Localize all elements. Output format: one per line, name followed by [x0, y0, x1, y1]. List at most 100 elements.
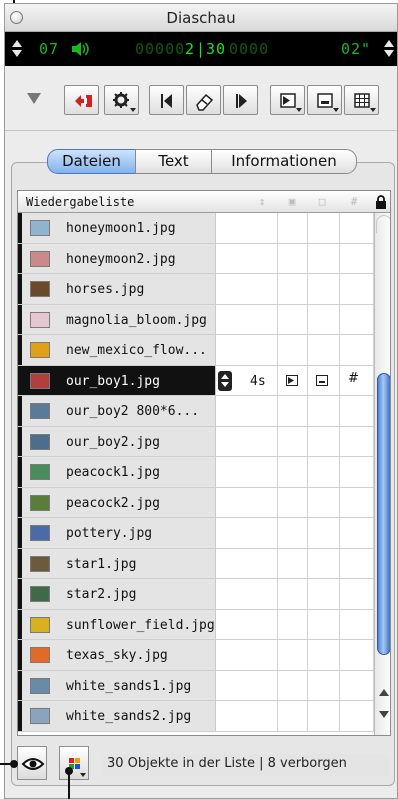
- crop-cell[interactable]: [308, 213, 340, 243]
- row-name-cell[interactable]: honeymoon1.jpg: [22, 213, 216, 243]
- transition-cell[interactable]: [278, 548, 308, 578]
- transition-cell[interactable]: [278, 396, 308, 426]
- grid-cell[interactable]: [340, 274, 374, 304]
- duration-column-icon[interactable]: ↕: [256, 196, 268, 207]
- tab-dateien[interactable]: Dateien: [47, 149, 136, 174]
- row-name-cell[interactable]: our_boy2 800*6...: [22, 396, 216, 426]
- scroll-down-icon[interactable]: [379, 711, 389, 718]
- crop-button[interactable]: [307, 85, 342, 115]
- crop-cell[interactable]: [308, 518, 340, 548]
- transition-cell[interactable]: [278, 457, 308, 487]
- table-row[interactable]: peacock2.jpg: [18, 487, 374, 518]
- crop-cell[interactable]: [308, 609, 340, 639]
- table-row[interactable]: our_boy1.jpg 4s #: [18, 365, 374, 396]
- grid-button[interactable]: [344, 85, 379, 115]
- lock-icon[interactable]: [374, 194, 388, 210]
- left-stepper-icon[interactable]: [11, 39, 23, 59]
- speaker-icon[interactable]: [70, 41, 90, 57]
- crop-column-icon[interactable]: □: [316, 196, 328, 207]
- row-name-cell[interactable]: sunflower_field.jpg: [22, 609, 216, 639]
- next-slide-button[interactable]: [223, 85, 258, 115]
- transition-cell[interactable]: [278, 640, 308, 670]
- table-row[interactable]: star2.jpg: [18, 579, 374, 610]
- grid-column-icon[interactable]: #: [348, 196, 360, 207]
- duration-cell[interactable]: [216, 335, 278, 365]
- crop-cell[interactable]: [308, 701, 340, 731]
- row-name-cell[interactable]: our_boy1.jpg: [22, 365, 216, 395]
- row-name-cell[interactable]: star1.jpg: [22, 548, 216, 578]
- table-row[interactable]: honeymoon1.jpg: [18, 213, 374, 244]
- duration-cell[interactable]: [216, 548, 278, 578]
- color-label-button[interactable]: [59, 746, 89, 780]
- crop-cell[interactable]: [308, 396, 340, 426]
- disclosure-triangle-icon[interactable]: [27, 93, 41, 104]
- table-row[interactable]: our_boy2 800*6...: [18, 396, 374, 427]
- crop-cell[interactable]: [308, 579, 340, 609]
- duration-stepper[interactable]: [218, 370, 232, 391]
- grid-cell[interactable]: [340, 487, 374, 517]
- duration-cell[interactable]: [216, 670, 278, 700]
- grid-cell[interactable]: [340, 335, 374, 365]
- crop-cell[interactable]: [308, 487, 340, 517]
- row-name-cell[interactable]: new_mexico_flow...: [22, 335, 216, 365]
- table-row[interactable]: new_mexico_flow...: [18, 335, 374, 366]
- transition-cell[interactable]: [278, 304, 308, 334]
- action-menu-button[interactable]: [104, 85, 139, 115]
- duration-cell[interactable]: [216, 487, 278, 517]
- table-row[interactable]: pottery.jpg: [18, 518, 374, 549]
- grid-cell[interactable]: [340, 396, 374, 426]
- tab-text[interactable]: Text: [135, 149, 212, 174]
- transition-cell[interactable]: [278, 335, 308, 365]
- duration-cell[interactable]: [216, 701, 278, 731]
- grid-cell[interactable]: [340, 243, 374, 273]
- transition-cell[interactable]: [278, 609, 308, 639]
- table-row[interactable]: our_boy2.jpg: [18, 426, 374, 457]
- grid-cell[interactable]: [340, 670, 374, 700]
- row-name-cell[interactable]: texas_sky.jpg: [22, 640, 216, 670]
- crop-icon[interactable]: [316, 374, 328, 386]
- grid-cell[interactable]: [340, 426, 374, 456]
- duration-cell[interactable]: [216, 579, 278, 609]
- scrollbar-thumb[interactable]: [377, 373, 390, 655]
- grid-cell[interactable]: [340, 304, 374, 334]
- grid-cell[interactable]: [340, 609, 374, 639]
- row-name-cell[interactable]: honeymoon2.jpg: [22, 243, 216, 273]
- transition-column-icon[interactable]: ▣: [286, 196, 298, 207]
- eraser-button[interactable]: [186, 85, 221, 115]
- transition-cell[interactable]: [278, 518, 308, 548]
- scrollbar[interactable]: [374, 213, 390, 735]
- transition-cell[interactable]: [278, 274, 308, 304]
- tab-informationen[interactable]: Informationen: [211, 149, 357, 174]
- table-row[interactable]: honeymoon2.jpg: [18, 243, 374, 274]
- row-name-cell[interactable]: our_boy2.jpg: [22, 426, 216, 456]
- duration-cell[interactable]: [216, 243, 278, 273]
- transition-cell[interactable]: [278, 701, 308, 731]
- duration-cell[interactable]: [216, 426, 278, 456]
- duration-cell[interactable]: [216, 274, 278, 304]
- grid-cell[interactable]: [340, 213, 374, 243]
- row-name-cell[interactable]: white_sands1.jpg: [22, 670, 216, 700]
- grid-cell[interactable]: [340, 640, 374, 670]
- crop-cell[interactable]: [308, 274, 340, 304]
- row-name-cell[interactable]: pottery.jpg: [22, 518, 216, 548]
- row-name-cell[interactable]: white_sands2.jpg: [22, 701, 216, 731]
- transition-cell[interactable]: [278, 426, 308, 456]
- right-stepper-icon[interactable]: [383, 39, 395, 59]
- row-name-cell[interactable]: magnolia_bloom.jpg: [22, 304, 216, 334]
- duration-cell[interactable]: [216, 518, 278, 548]
- table-row[interactable]: magnolia_bloom.jpg: [18, 304, 374, 335]
- row-name-cell[interactable]: star2.jpg: [22, 579, 216, 609]
- transition-cell[interactable]: [278, 487, 308, 517]
- table-row[interactable]: white_sands2.jpg: [18, 701, 374, 732]
- crop-cell[interactable]: [308, 640, 340, 670]
- row-name-cell[interactable]: horses.jpg: [22, 274, 216, 304]
- table-row[interactable]: sunflower_field.jpg: [18, 609, 374, 640]
- grid-cell[interactable]: [340, 518, 374, 548]
- crop-cell[interactable]: [308, 335, 340, 365]
- duration-cell[interactable]: [216, 304, 278, 334]
- table-row[interactable]: horses.jpg: [18, 274, 374, 305]
- transition-cell[interactable]: [278, 579, 308, 609]
- duration-cell[interactable]: [216, 213, 278, 243]
- grid-cell[interactable]: [340, 701, 374, 731]
- transition-icon[interactable]: [286, 374, 298, 386]
